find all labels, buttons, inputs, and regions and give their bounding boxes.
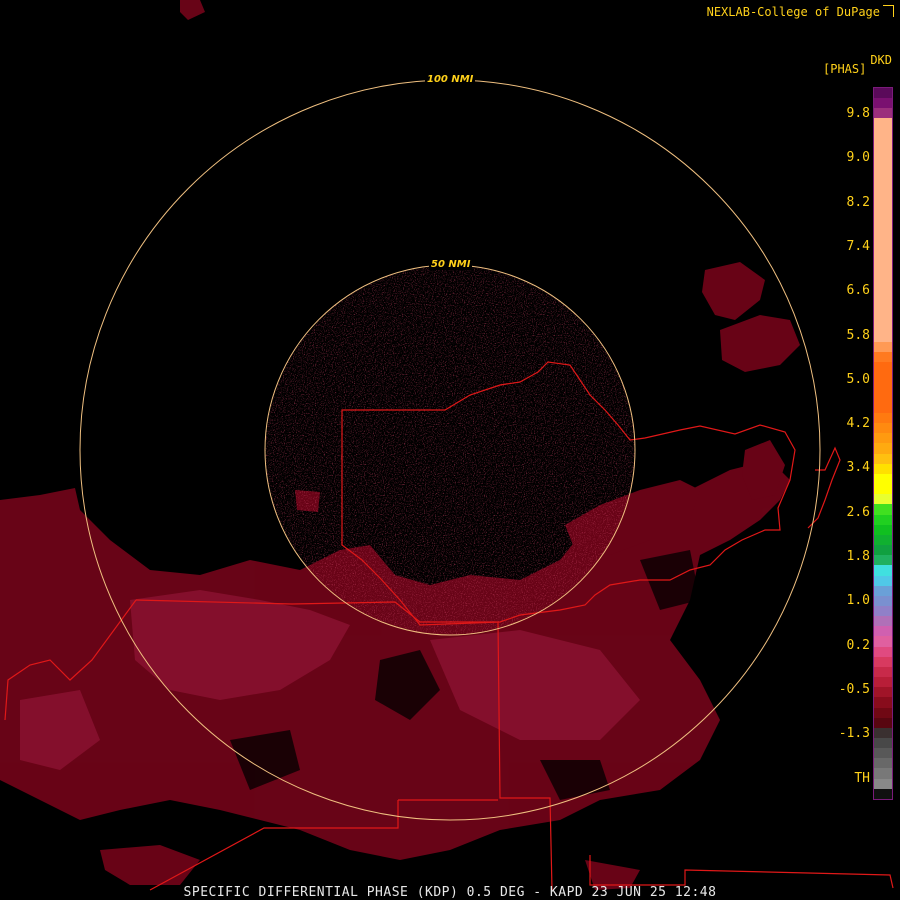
color-swatch: [874, 656, 892, 667]
color-swatch: [874, 159, 892, 170]
color-swatch: [874, 291, 892, 302]
color-swatch: [874, 473, 892, 485]
color-scale-tick-label: 5.8: [846, 327, 870, 343]
color-swatch: [874, 484, 892, 495]
color-swatch: [874, 382, 892, 393]
color-swatch: [874, 230, 892, 241]
color-swatch: [874, 677, 892, 688]
color-swatch: [874, 433, 892, 444]
color-swatch: [874, 748, 892, 759]
color-swatch: [874, 545, 892, 556]
color-swatch: [874, 199, 892, 210]
color-scale-tick-label: 7.4: [846, 238, 870, 254]
color-swatch: [874, 534, 892, 546]
color-swatch: [874, 585, 892, 596]
color-swatch: [874, 524, 892, 535]
color-scale-tick-label: -0.5: [838, 681, 870, 697]
color-swatch: [874, 118, 892, 129]
color-swatch: [874, 392, 892, 403]
color-scale-tick-label: -1.3: [838, 726, 870, 742]
color-swatch: [874, 108, 892, 119]
color-swatch: [874, 128, 892, 139]
color-swatch: [874, 98, 892, 109]
legend-product-code: DKD: [870, 53, 892, 67]
color-swatch: [874, 697, 892, 708]
color-swatch: [874, 555, 892, 566]
color-swatch: [874, 687, 892, 698]
color-swatch: [874, 616, 892, 627]
color-swatch: [874, 778, 892, 789]
color-swatch: [874, 768, 892, 779]
credit-text: NEXLAB-College of DuPage: [706, 5, 880, 19]
color-swatch: [874, 352, 892, 363]
color-swatch: [874, 595, 892, 606]
color-swatch: [874, 280, 892, 292]
color-swatch: [874, 565, 892, 576]
color-swatch: [874, 138, 892, 149]
credit-line: NEXLAB-College of DuPage: [707, 4, 894, 19]
color-swatch: [874, 738, 892, 749]
color-scale-tick-label: 6.6: [846, 283, 870, 299]
color-swatch: [874, 372, 892, 383]
color-swatch: [874, 169, 892, 180]
radar-map: [0, 0, 900, 900]
color-swatch: [874, 707, 892, 718]
color-swatch: [874, 260, 892, 271]
range-ring-100-label: 100 NMI: [425, 74, 476, 85]
color-swatch: [874, 514, 892, 525]
color-swatch: [874, 443, 892, 454]
color-scale-tick-label: 1.8: [846, 549, 870, 564]
color-scale-tick-label: 0.2: [846, 637, 870, 653]
color-swatch: [874, 504, 892, 515]
color-swatch: [874, 341, 892, 353]
color-swatch: [874, 666, 892, 678]
color-scale-bar: [873, 87, 893, 800]
color-swatch: [874, 463, 892, 474]
color-swatch: [874, 270, 892, 281]
color-swatch: [874, 646, 892, 657]
color-swatch: [874, 636, 892, 647]
color-scale-tick-label: 4.2: [846, 416, 870, 432]
color-swatch: [874, 311, 892, 322]
color-scale-tick-label: 1.0: [846, 593, 870, 609]
color-swatch: [874, 88, 892, 99]
color-swatch: [874, 788, 892, 799]
color-swatch: [874, 362, 892, 373]
range-ring-50-label: 50 NMI: [429, 259, 473, 270]
color-swatch: [874, 148, 892, 160]
color-swatch: [874, 453, 892, 464]
color-swatch: [874, 179, 892, 190]
color-scale-tick-label: 3.4: [846, 460, 870, 476]
color-swatch: [874, 423, 892, 434]
color-swatch: [874, 605, 892, 617]
color-swatch: [874, 331, 892, 342]
color-swatch: [874, 321, 892, 332]
color-scale-tick-label: 5.0: [846, 371, 870, 387]
color-swatch: [874, 209, 892, 221]
color-swatch: [874, 626, 892, 637]
color-scale-tick-label: 9.8: [846, 106, 870, 121]
nexlab-logo-icon: [883, 5, 894, 17]
color-swatch: [874, 240, 892, 251]
color-swatch: [874, 727, 892, 738]
color-swatch: [874, 402, 892, 413]
color-swatch: [874, 301, 892, 312]
near-range-clutter: [265, 265, 635, 635]
product-title: SPECIFIC DIFFERENTIAL PHASE (KDP) 0.5 DE…: [183, 885, 717, 900]
color-swatch: [874, 220, 892, 231]
legend-units: [PHAS]: [823, 62, 867, 76]
color-scale-tick-label: 9.0: [846, 150, 870, 166]
color-swatch: [874, 575, 892, 586]
color-scale-tick-label: TH: [854, 770, 870, 786]
color-swatch: [874, 494, 892, 505]
color-swatch: [874, 413, 892, 424]
color-scale-tick-label: 2.6: [846, 504, 870, 520]
color-scale-tick-label: 8.2: [846, 194, 870, 210]
color-swatch: [874, 717, 892, 728]
color-swatch: [874, 250, 892, 261]
color-swatch: [874, 758, 892, 769]
color-swatch: [874, 189, 892, 200]
